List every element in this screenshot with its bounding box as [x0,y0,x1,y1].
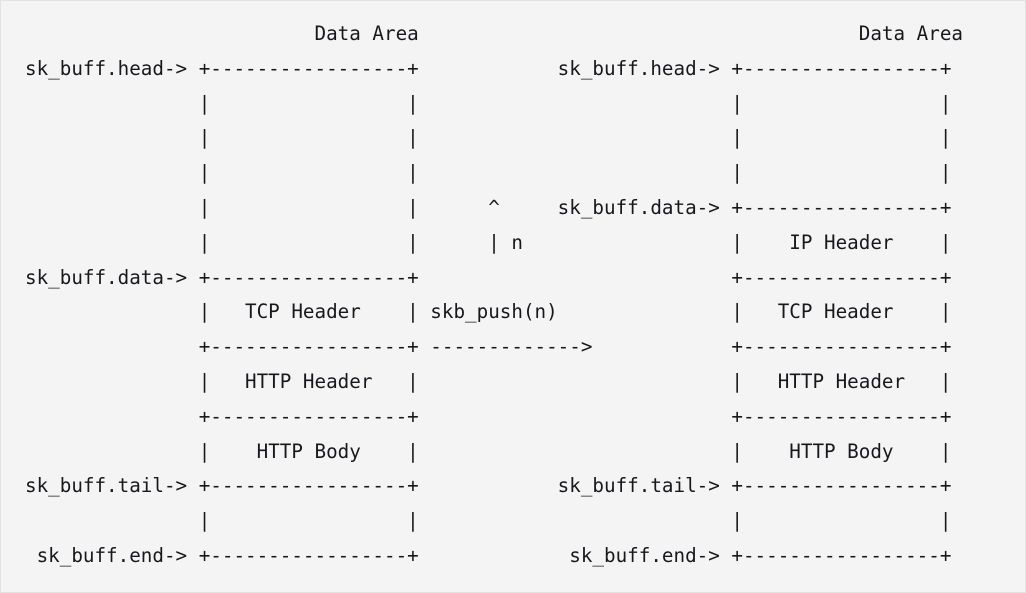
diagram-line-13: sk_buff.tail-> +-----------------+ sk_bu… [25,474,952,498]
diagram-line-8: | TCP Header | skb_push(n) | TCP Header … [25,300,952,324]
diagram-line-10: | HTTP Header | | HTTP Header | [25,369,952,393]
diagram-line-4: | | | | [25,161,952,185]
diagram-line-1: sk_buff.head-> +-----------------+ sk_bu… [25,56,952,80]
diagram-screenshot: Data Area Data Area sk_buff.head-> +-----… [0,0,1026,593]
diagram-line-15: sk_buff.end-> +-----------------+ sk_buf… [25,543,952,567]
diagram-line-14: | | | | [25,509,952,533]
ascii-art-diagram: Data Area Data Area sk_buff.head-> +-----… [1,1,1025,592]
diagram-line-7: sk_buff.data-> +-----------------+ +----… [25,265,952,289]
diagram-line-11: +-----------------+ +-----------------+ [25,404,952,428]
diagram-line-6: | | | n | IP Header | [25,230,952,254]
diagram-line-0: Data Area Data Area [25,22,964,45]
diagram-line-2: | | | | [25,91,952,115]
diagram-line-5: | | ^ sk_buff.data-> +-----------------+ [25,195,952,219]
diagram-line-12: | HTTP Body | | HTTP Body | [25,439,952,463]
diagram-line-9: +-----------------+ -------------> +----… [25,335,952,359]
diagram-line-3: | | | | [25,126,952,150]
